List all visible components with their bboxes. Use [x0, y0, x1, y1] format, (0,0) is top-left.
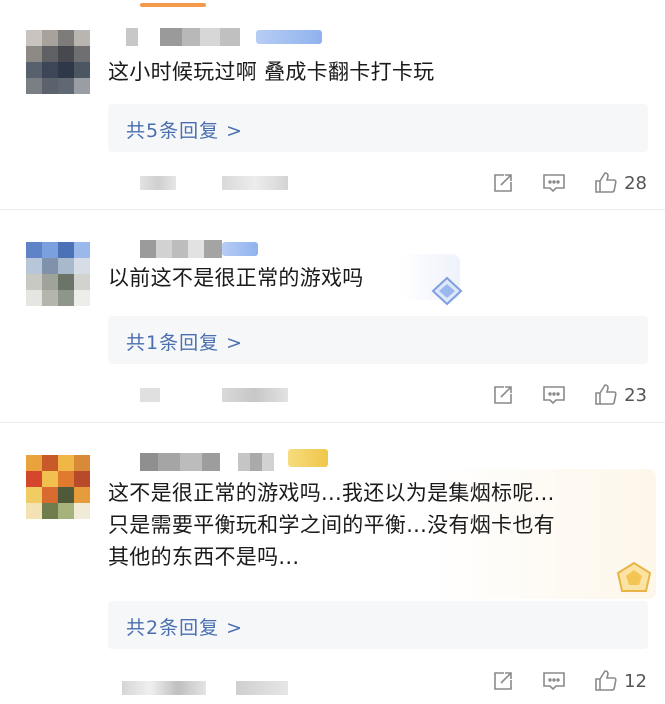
- avatar[interactable]: [26, 30, 90, 94]
- comment-icon[interactable]: [542, 670, 566, 692]
- diamond-badge-icon: [431, 276, 463, 306]
- timestamp-blurred: [140, 176, 176, 190]
- location-blurred: [222, 388, 288, 402]
- username-blurred[interactable]: [126, 28, 240, 46]
- share-icon[interactable]: [492, 670, 514, 692]
- replies-box[interactable]: 共2条回复 >: [108, 601, 648, 649]
- view-replies-link[interactable]: 共1条回复 >: [126, 328, 243, 355]
- timestamp-blurred: [140, 388, 160, 402]
- like-button[interactable]: 28: [594, 171, 647, 195]
- replies-box[interactable]: 共5条回复 >: [108, 104, 648, 152]
- username-blurred[interactable]: [140, 453, 274, 471]
- comment-icon[interactable]: [542, 172, 566, 194]
- vip-badge-icon: [222, 242, 258, 256]
- like-count: 28: [624, 172, 647, 194]
- comment-actions: 28: [492, 168, 647, 198]
- comment-item: 这小时候玩过啊 叠成卡翻卡打卡玩 共5条回复 > 28: [0, 0, 665, 208]
- location-blurred: [222, 176, 288, 190]
- thumbs-up-icon: [595, 670, 617, 691]
- crown-badge-icon: [616, 561, 652, 592]
- thumbs-up-icon: [595, 172, 617, 193]
- like-button[interactable]: 12: [594, 669, 647, 693]
- username-blurred[interactable]: [140, 240, 222, 258]
- like-count: 23: [624, 384, 647, 406]
- location-blurred: [236, 681, 288, 695]
- view-replies-link[interactable]: 共2条回复 >: [126, 613, 243, 640]
- avatar[interactable]: [26, 455, 90, 519]
- vip-badge-icon: [256, 30, 322, 44]
- replies-box[interactable]: 共1条回复 >: [108, 316, 648, 364]
- comment-text: 这不是很正常的游戏吗...我还以为是集烟标呢... 只是需要平衡玩和学之间的平衡…: [108, 481, 555, 569]
- comment-actions: 12: [492, 666, 647, 696]
- comment-item: 以前这不是很正常的游戏吗 共1条回复 > 23: [0, 210, 665, 422]
- comment-text: 以前这不是很正常的游戏吗: [108, 266, 364, 290]
- like-button[interactable]: 23: [594, 383, 647, 407]
- view-replies-link[interactable]: 共5条回复 >: [126, 116, 243, 143]
- vip-badge-icon: [288, 449, 328, 467]
- comment-icon[interactable]: [542, 384, 566, 406]
- comment-item: 这不是很正常的游戏吗...我还以为是集烟标呢... 只是需要平衡玩和学之间的平衡…: [0, 423, 665, 704]
- like-count: 12: [624, 670, 647, 692]
- share-icon[interactable]: [492, 384, 514, 406]
- share-icon[interactable]: [492, 172, 514, 194]
- avatar[interactable]: [26, 242, 90, 306]
- comment-actions: 23: [492, 380, 647, 410]
- timestamp-blurred: [122, 681, 206, 695]
- comment-text: 这小时候玩过啊 叠成卡翻卡打卡玩: [108, 60, 435, 84]
- thumbs-up-icon: [595, 384, 617, 405]
